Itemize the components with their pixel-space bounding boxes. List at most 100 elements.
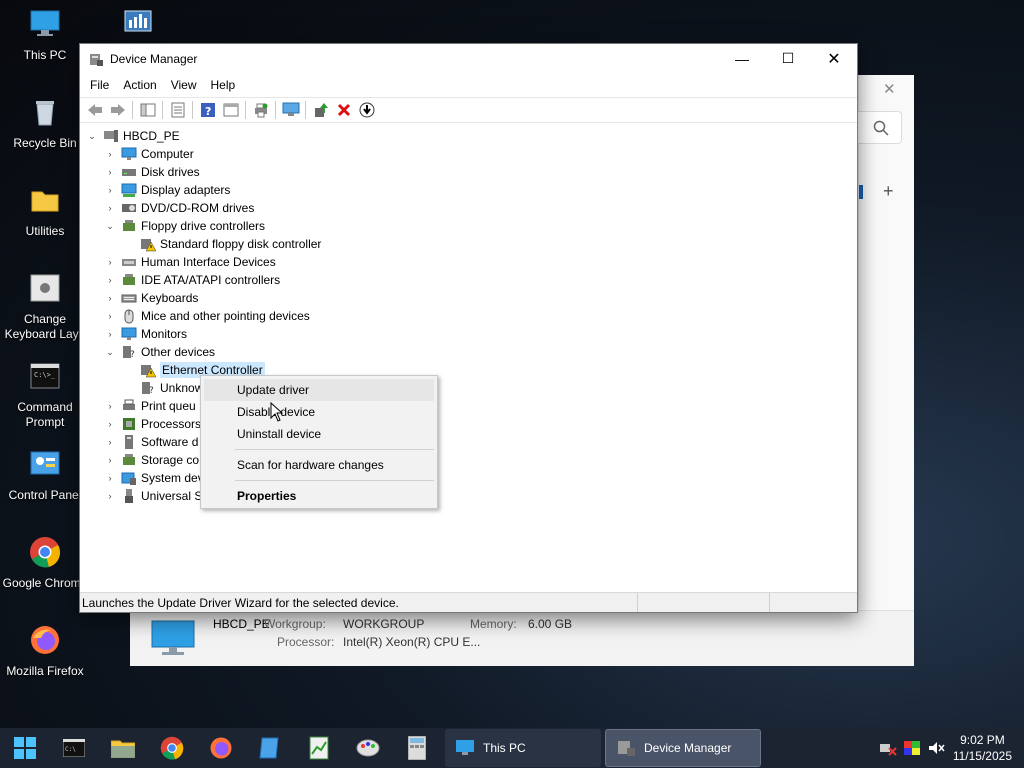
tree-node-label: Computer — [141, 147, 194, 161]
tree-node-print-queues[interactable]: › Print queu — [104, 397, 196, 415]
taskbar-notepad[interactable] — [245, 728, 294, 768]
desktop-icon-google-chrome[interactable]: Google Chrome — [0, 536, 90, 591]
tree-node-ide-controllers[interactable]: › IDE ATA/ATAPI controllers — [104, 271, 281, 289]
terminal-icon: C:\>_ — [30, 363, 60, 389]
start-button[interactable] — [0, 728, 49, 768]
desktop-icon-change-keyboard-layout[interactable]: Change Keyboard Layo — [0, 272, 90, 342]
monitor-scan-icon — [282, 102, 299, 116]
chevron-right-icon[interactable]: › — [104, 184, 116, 196]
tree-node-dvd-drives[interactable]: › DVD/CD-ROM drives — [104, 199, 255, 217]
tree-node-keyboards[interactable]: › Keyboards — [104, 289, 199, 307]
menu-view[interactable]: View — [164, 78, 204, 92]
desktop-icon-mozilla-firefox[interactable]: Mozilla Firefox — [0, 624, 90, 679]
volume-muted-icon[interactable] — [927, 740, 945, 756]
menu-item-scan-hardware[interactable]: Scan for hardware changes — [201, 454, 437, 476]
tree-node-processors[interactable]: › Processors — [104, 415, 202, 433]
chevron-right-icon[interactable]: › — [104, 292, 116, 304]
chevron-right-icon[interactable]: › — [104, 328, 116, 340]
chevron-right-icon[interactable]: › — [104, 418, 116, 430]
view-toolbar-button[interactable] — [219, 99, 242, 121]
taskbar-task-manager[interactable] — [294, 728, 343, 768]
desktop-icon-this-pc[interactable]: This PC — [0, 8, 90, 63]
scan-hardware-toolbar-button[interactable] — [279, 99, 302, 121]
background-search-box[interactable] — [858, 111, 902, 144]
properties-toolbar-button[interactable] — [166, 99, 189, 121]
menu-help[interactable]: Help — [204, 78, 243, 92]
clock[interactable]: 9:02 PM 11/15/2025 — [953, 732, 1012, 764]
update-driver-toolbar-button[interactable] — [309, 99, 332, 121]
network-error-icon[interactable] — [879, 740, 897, 756]
toolbar-separator — [275, 101, 276, 119]
chevron-right-icon[interactable]: › — [104, 148, 116, 160]
desktop-icon-utilities[interactable]: Utilities — [0, 184, 90, 239]
desktop-icon-network[interactable] — [93, 8, 183, 48]
help-icon: ? — [200, 103, 215, 118]
uninstall-toolbar-button[interactable] — [332, 99, 355, 121]
taskbar-chrome[interactable] — [147, 728, 196, 768]
title-bar[interactable]: Device Manager — ☐ ✕ — [80, 44, 857, 73]
tree-node-storage-controllers[interactable]: › Storage co — [104, 451, 200, 469]
chevron-down-icon[interactable]: ⌄ — [104, 220, 116, 232]
device-tree[interactable]: ⌄ HBCD_PE › Computer › Disk drives › Dis… — [80, 123, 857, 588]
desktop-icon-command-prompt[interactable]: C:\>_ Command Prompt — [0, 360, 90, 430]
taskbar-firefox[interactable] — [196, 728, 245, 768]
chevron-right-icon[interactable]: › — [104, 202, 116, 214]
tree-node-monitors[interactable]: › Monitors — [104, 325, 188, 343]
chevron-right-icon[interactable]: › — [104, 436, 116, 448]
tree-node-computer[interactable]: › Computer — [104, 145, 194, 163]
tree-node-system-devices[interactable]: › System dev — [104, 469, 204, 487]
tree-node-unknown-device[interactable]: ? Unknow — [140, 379, 203, 397]
window-title: Device Manager — [110, 51, 198, 66]
menu-item-update-driver[interactable]: Update driver — [204, 379, 434, 401]
tree-node-hid[interactable]: › Human Interface Devices — [104, 253, 276, 271]
taskbar: C:\ This PC Device Manager 9:02 PM 11/15… — [0, 728, 1024, 768]
chevron-right-icon[interactable]: › — [104, 166, 116, 178]
chevron-down-icon[interactable]: ⌄ — [104, 346, 116, 358]
tree-node-display-adapters[interactable]: › Display adapters — [104, 181, 230, 199]
taskbar-paint[interactable] — [343, 728, 392, 768]
chevron-right-icon[interactable]: › — [104, 472, 116, 484]
color-display-icon[interactable] — [903, 740, 921, 756]
menu-item-disable-device[interactable]: Disable device — [201, 401, 437, 423]
forward-button[interactable] — [106, 99, 129, 121]
chevron-right-icon[interactable]: › — [104, 454, 116, 466]
tree-node-disk-drives[interactable]: › Disk drives — [104, 163, 200, 181]
close-button[interactable]: ✕ — [811, 44, 857, 73]
new-tab-icon[interactable]: + — [883, 181, 894, 202]
tree-node-software-devices[interactable]: › Software d — [104, 433, 198, 451]
chevron-right-icon[interactable]: › — [104, 490, 116, 502]
chevron-down-icon[interactable]: ⌄ — [86, 130, 98, 142]
help-toolbar-button[interactable]: ? — [196, 99, 219, 121]
maximize-button[interactable]: ☐ — [765, 44, 811, 73]
tree-node-standard-floppy-controller[interactable]: Standard floppy disk controller — [140, 235, 321, 253]
back-button[interactable] — [83, 99, 106, 121]
chevron-right-icon[interactable]: › — [104, 256, 116, 268]
taskbar-task-device-manager[interactable]: Device Manager — [605, 729, 761, 767]
tree-root[interactable]: ⌄ HBCD_PE — [86, 127, 179, 145]
tree-node-floppy-controllers[interactable]: ⌄ Floppy drive controllers — [104, 217, 265, 235]
menu-action[interactable]: Action — [116, 78, 163, 92]
taskbar-calculator[interactable] — [392, 728, 441, 768]
print-toolbar-button[interactable] — [249, 99, 272, 121]
tree-node-other-devices[interactable]: ⌄ ? Other devices — [104, 343, 215, 361]
taskbar-file-explorer[interactable] — [98, 728, 147, 768]
tree-node-usb-controllers[interactable]: › Universal S — [104, 487, 202, 505]
calculator-icon — [407, 736, 426, 760]
enable-device-toolbar-button[interactable] — [355, 99, 378, 121]
chevron-right-icon[interactable]: › — [104, 310, 116, 322]
close-icon[interactable]: ✕ — [883, 80, 896, 98]
show-hide-console-tree-button[interactable] — [136, 99, 159, 121]
chevron-right-icon[interactable]: › — [104, 274, 116, 286]
menu-file[interactable]: File — [83, 78, 116, 92]
taskbar-task-this-pc[interactable]: This PC — [445, 729, 601, 767]
minimize-button[interactable]: — — [719, 44, 765, 73]
desktop-icon-recycle-bin[interactable]: Recycle Bin — [0, 96, 90, 151]
tree-node-label: Floppy drive controllers — [141, 219, 266, 233]
device-manager-window[interactable]: Device Manager — ☐ ✕ File Action View He… — [79, 43, 858, 613]
taskbar-command-prompt[interactable]: C:\ — [49, 728, 98, 768]
menu-item-uninstall-device[interactable]: Uninstall device — [201, 423, 437, 445]
tree-node-mice[interactable]: › Mice and other pointing devices — [104, 307, 310, 325]
chevron-right-icon[interactable]: › — [104, 400, 116, 412]
menu-item-properties[interactable]: Properties — [201, 485, 437, 507]
desktop-icon-control-panel[interactable]: Control Panel — [0, 448, 90, 503]
